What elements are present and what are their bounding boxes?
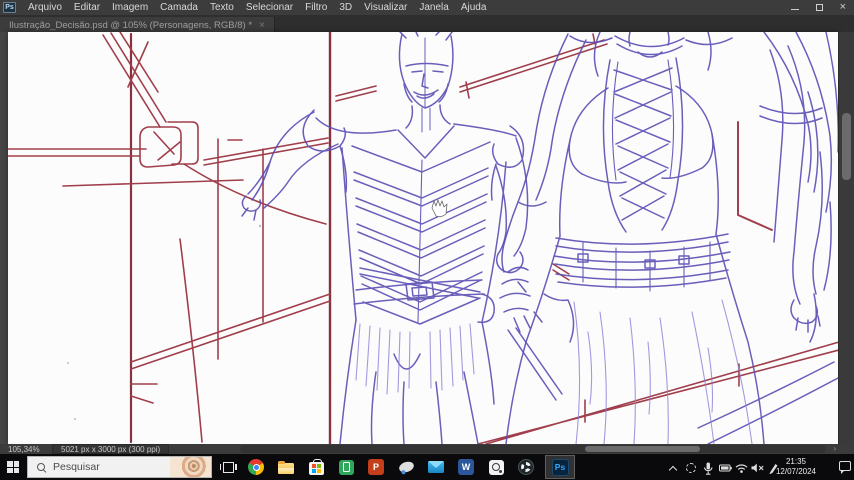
sync-icon: [686, 463, 696, 473]
dust-specks: [67, 225, 261, 420]
wifi-icon: [735, 463, 748, 473]
clock-time: 21:35: [770, 457, 822, 467]
microphone-icon: [703, 462, 713, 475]
menu-selecionar[interactable]: Selecionar: [240, 2, 299, 13]
menu-3d[interactable]: 3D: [333, 2, 358, 13]
screen-recorder-icon: [489, 460, 504, 475]
volume-button[interactable]: [750, 461, 764, 475]
windows-taskbar: Pesquisar P W Ps: [0, 454, 854, 480]
file-explorer-icon: [278, 463, 294, 474]
battery-icon: [719, 464, 732, 472]
obs-icon: [518, 459, 534, 475]
search-highlight-image[interactable]: [170, 457, 211, 477]
battery-button[interactable]: [718, 461, 732, 475]
document-info[interactable]: 5021 px x 3000 px (300 ppi): [52, 444, 169, 454]
menu-texto[interactable]: Texto: [204, 2, 240, 13]
mail-icon: [428, 461, 444, 473]
notification-center-button[interactable]: [839, 461, 851, 471]
file-explorer-button[interactable]: [277, 458, 295, 476]
menu-filtro[interactable]: Filtro: [299, 2, 333, 13]
restore-icon[interactable]: [816, 4, 823, 11]
photoshop-icon: Ps: [552, 459, 569, 476]
word-button[interactable]: W: [457, 458, 475, 476]
close-icon[interactable]: ×: [840, 2, 846, 13]
clock-date: 12/07/2024: [770, 467, 822, 477]
tablet-driver-button[interactable]: [397, 458, 415, 476]
canvas-artwork[interactable]: [8, 32, 838, 444]
task-view-button[interactable]: [219, 458, 237, 476]
obs-button[interactable]: [517, 458, 535, 476]
menu-imagem[interactable]: Imagem: [106, 2, 154, 13]
canvas-area: [0, 32, 854, 444]
chrome-button[interactable]: [247, 458, 265, 476]
chevron-up-icon: [669, 465, 677, 473]
search-placeholder: Pesquisar: [53, 461, 100, 473]
powerpoint-button[interactable]: P: [367, 458, 385, 476]
screen-recorder-button[interactable]: [487, 458, 505, 476]
mail-button[interactable]: [427, 458, 445, 476]
minimize-icon[interactable]: [791, 9, 799, 10]
tablet-driver-icon: [397, 460, 414, 474]
windows-logo-icon: [7, 461, 19, 473]
word-icon: W: [458, 459, 474, 475]
microsoft-store-icon: [309, 462, 324, 475]
taskbar-clock[interactable]: 21:35 12/07/2024: [770, 457, 822, 477]
photoshop-logo-icon: Ps: [3, 2, 16, 13]
menu-camada[interactable]: Camada: [154, 2, 204, 13]
woman-sketch: [500, 32, 838, 444]
horizontal-scrollbar[interactable]: [240, 445, 826, 453]
powerpoint-icon: P: [368, 459, 384, 475]
scroll-right-arrow-icon[interactable]: ›: [833, 444, 836, 454]
document-title: Ilustração_Decisão.psd @ 105% (Personage…: [9, 20, 252, 31]
microsoft-store-button[interactable]: [307, 458, 325, 476]
status-bar: 105,34% 5021 px x 3000 px (300 ppi) ›: [0, 444, 854, 454]
menu-ajuda[interactable]: Ajuda: [455, 2, 493, 13]
menu-arquivo[interactable]: Arquivo: [22, 2, 68, 13]
screen: Ps Arquivo Editar Imagem Camada Texto Se…: [0, 0, 854, 480]
menu-visualizar[interactable]: Visualizar: [358, 2, 413, 13]
skirt-folds: [574, 300, 752, 444]
phone-app-button[interactable]: [337, 458, 355, 476]
photoshop-menubar: Ps Arquivo Editar Imagem Camada Texto Se…: [0, 0, 854, 15]
volume-muted-icon: [751, 463, 764, 473]
sync-button[interactable]: [684, 461, 698, 475]
photoshop-taskbar-button[interactable]: Ps: [545, 455, 575, 479]
vertical-scrollbar[interactable]: [838, 32, 854, 444]
wifi-button[interactable]: [734, 461, 748, 475]
red-guide-lines: [8, 32, 838, 444]
chrome-icon: [248, 459, 264, 475]
knight-sketch: [242, 32, 562, 444]
search-input[interactable]: Pesquisar: [27, 456, 212, 478]
search-icon: [37, 463, 46, 472]
horizontal-scrollbar-thumb[interactable]: [585, 446, 700, 452]
menu-janela[interactable]: Janela: [413, 2, 454, 13]
hand-tool-cursor: [432, 200, 447, 217]
microphone-button[interactable]: [701, 461, 715, 475]
document-tab-bar: Ilustração_Decisão.psd @ 105% (Personage…: [0, 15, 854, 32]
vertical-scrollbar-thumb[interactable]: [842, 113, 851, 180]
start-button[interactable]: [0, 454, 26, 480]
zoom-level-field[interactable]: 105,34%: [8, 445, 40, 454]
task-view-icon: [223, 462, 234, 473]
menu-editar[interactable]: Editar: [68, 2, 106, 13]
tab-close-icon[interactable]: ×: [259, 20, 265, 31]
phone-app-icon: [339, 460, 354, 475]
hidden-icons-button[interactable]: [666, 461, 680, 475]
